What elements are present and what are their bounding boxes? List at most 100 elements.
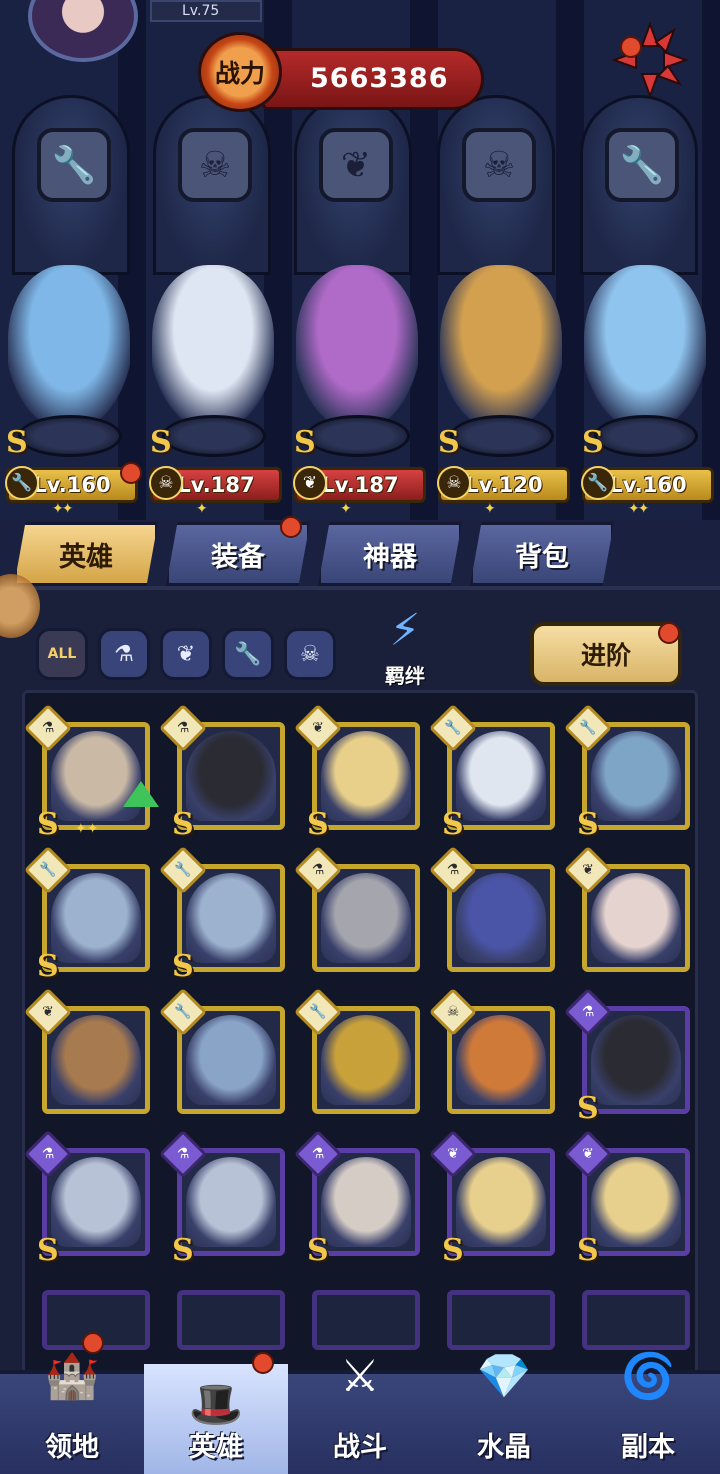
hero-card[interactable]: 🔧 S xyxy=(158,845,285,984)
hero-card[interactable]: 🔧 S xyxy=(563,703,690,842)
lineup-hero[interactable]: S ❦ Lv.187 ✦ xyxy=(288,255,426,520)
s-rank-badge: S xyxy=(172,1233,194,1268)
lineup-badge xyxy=(120,462,142,484)
hero-card[interactable]: 🔧 S xyxy=(23,845,150,984)
flask-glyph: ⚗ xyxy=(311,1146,325,1162)
hero-portrait xyxy=(186,1157,276,1247)
flask-glyph: ⚗ xyxy=(176,1146,190,1162)
s-rank-badge: S xyxy=(37,949,59,984)
bond-label: 羁绊 xyxy=(385,664,425,688)
hero-portrait xyxy=(591,1157,681,1247)
advance-badge xyxy=(658,622,680,644)
s-rank-badge: S xyxy=(172,807,194,842)
hero-level: Lv.187 xyxy=(321,473,399,497)
hero-level-plate: ❦ Lv.187 xyxy=(293,466,426,503)
flask-glyph: ⚗ xyxy=(176,720,190,736)
wing-glyph: ❦ xyxy=(42,1004,54,1020)
flask-glyph: ⚗ xyxy=(41,1146,55,1162)
lineup-hero[interactable]: S 🔧 Lv.160 ✦✦ xyxy=(0,255,138,520)
s-rank-badge: S xyxy=(37,1233,59,1268)
nav-label: 副本 xyxy=(621,1432,675,1463)
hero-card[interactable]: ❦ S xyxy=(428,1129,555,1268)
nav-label: 水晶 xyxy=(477,1432,531,1463)
hero-card[interactable]: ⚗ S xyxy=(563,987,690,1126)
combat-power-value: 5663386 xyxy=(310,63,449,94)
wing-emblem-icon: ❦ xyxy=(319,128,393,202)
hero-level-plate: 🔧 Lv.160 xyxy=(5,466,138,503)
hero-card[interactable]: ❦ xyxy=(23,987,150,1114)
hero-level: Lv.120 xyxy=(465,473,543,497)
hero-card[interactable]: ⚗ xyxy=(293,845,420,972)
tab-artifacts[interactable]: 神器 xyxy=(318,522,462,586)
player-level: Lv.75 xyxy=(150,0,262,22)
hero-card[interactable]: ⚗ S xyxy=(158,703,285,842)
hero-portrait xyxy=(51,1015,141,1105)
red-flower-icon xyxy=(611,21,689,99)
wrench-icon: 🔧 xyxy=(581,466,615,500)
hero-card[interactable]: ⚗ S ✦✦ xyxy=(23,703,159,842)
nav-badge xyxy=(82,1332,104,1354)
hero-portrait xyxy=(321,1015,411,1105)
hero-portrait xyxy=(456,1015,546,1105)
tab-backpack[interactable]: 背包 xyxy=(470,522,614,586)
flask-glyph: ⚗ xyxy=(446,862,460,878)
nav-crystal[interactable]: 💎 水晶 xyxy=(432,1336,576,1474)
flask-filter-icon[interactable]: ⚗ xyxy=(98,628,150,680)
nav-wizard-hat[interactable]: 🎩 英雄 xyxy=(144,1352,288,1474)
hero-card[interactable]: 🔧 xyxy=(158,987,285,1114)
nav-castle[interactable]: 🏰 领地 xyxy=(0,1332,144,1474)
beast-emblem-icon: ☠ xyxy=(462,128,536,202)
hero-card[interactable]: ☠ xyxy=(428,987,555,1114)
hero-figure xyxy=(152,265,274,425)
hero-figure xyxy=(8,265,130,425)
bond-icon: ⚡ xyxy=(389,605,421,656)
wrench-glyph: 🔧 xyxy=(309,1004,327,1020)
nav-label: 领地 xyxy=(45,1432,99,1463)
nav-dungeon-portal[interactable]: 🌀 副本 xyxy=(576,1336,720,1474)
hero-card[interactable]: 🔧 xyxy=(293,987,420,1114)
nav-label: 战斗 xyxy=(333,1432,387,1463)
nav-battle[interactable]: ⚔ 战斗 xyxy=(288,1336,432,1474)
hero-stars: ✦✦ xyxy=(75,821,99,837)
all-filter-icon[interactable]: ALL xyxy=(36,628,88,680)
wrench-glyph: 🔧 xyxy=(39,862,57,878)
hero-card[interactable]: ⚗ S xyxy=(23,1129,150,1268)
s-rank-badge: S xyxy=(172,949,194,984)
formation-slot-3: ❦ xyxy=(294,95,412,275)
wrench-glyph: 🔧 xyxy=(444,720,462,736)
nav-label: 英雄 xyxy=(189,1432,243,1463)
lineup-hero[interactable]: S ☠ Lv.120 ✦ xyxy=(432,255,570,520)
lineup-hero[interactable]: S 🔧 Lv.160 ✦✦ xyxy=(576,255,714,520)
notification-dot xyxy=(620,36,642,58)
hero-card-partial[interactable] xyxy=(177,1290,285,1350)
tab-heroes[interactable]: 英雄 xyxy=(14,522,158,586)
wing-glyph: ❦ xyxy=(582,1146,594,1162)
hero-card[interactable]: ❦ S xyxy=(563,1129,690,1268)
lineup-hero[interactable]: S ☠ Lv.187 ✦ xyxy=(144,255,282,520)
hero-portrait xyxy=(186,731,276,821)
hero-card[interactable]: 🔧 S xyxy=(428,703,555,842)
wing-glyph: ❦ xyxy=(447,1146,459,1162)
hero-level-plate: ☠ Lv.187 xyxy=(149,466,282,503)
hero-figure xyxy=(440,265,562,425)
s-rank-badge: S xyxy=(442,807,464,842)
hero-figure xyxy=(584,265,706,425)
beast-filter-icon[interactable]: ☠ xyxy=(284,628,336,680)
hero-card[interactable]: ⚗ S xyxy=(293,1129,420,1268)
hero-stars: ✦✦ xyxy=(52,501,74,517)
wing-filter-icon[interactable]: ❦ xyxy=(160,628,212,680)
combat-power-label: 战力 xyxy=(214,59,265,88)
wrench-filter-icon[interactable]: 🔧 xyxy=(222,628,274,680)
hero-portrait xyxy=(591,731,681,821)
hero-card[interactable]: ❦ xyxy=(563,845,690,972)
wrench-glyph: 🔧 xyxy=(579,720,597,736)
wing-glyph: ❦ xyxy=(312,720,324,736)
hero-card[interactable]: ❦ S xyxy=(293,703,420,842)
hero-portrait xyxy=(456,873,546,963)
beast-glyph: ☠ xyxy=(446,1004,460,1020)
combat-power-badge: 战力 xyxy=(198,32,282,112)
hero-card[interactable]: ⚗ xyxy=(428,845,555,972)
hero-stars: ✦ xyxy=(340,501,352,517)
hero-card[interactable]: ⚗ S xyxy=(158,1129,285,1268)
bond-button[interactable]: ⚡ 羁绊 xyxy=(360,602,450,688)
